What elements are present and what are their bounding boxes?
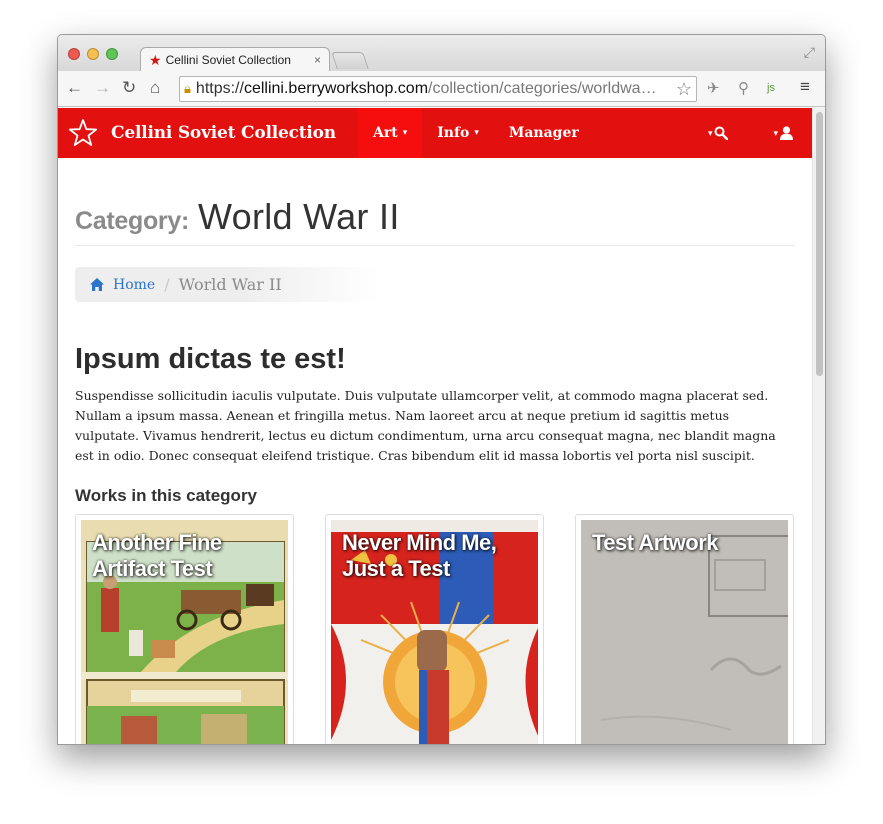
- artwork-thumbnail[interactable]: Test Artwork: [581, 520, 788, 744]
- search-dropdown[interactable]: ▾: [683, 108, 749, 158]
- home-page-icon[interactable]: ⌂: [150, 78, 160, 98]
- back-arrow-icon[interactable]: ←: [66, 78, 83, 98]
- chevron-down-icon: ▾: [402, 128, 408, 138]
- url-host: cellini.berryworkshop.com: [243, 80, 429, 97]
- url-scheme: https://: [195, 80, 244, 97]
- address-bar[interactable]: 🔒︎ https://cellini.berryworkshop.com/col…: [179, 76, 697, 102]
- nav-item-info[interactable]: Info ▾: [422, 108, 494, 158]
- forward-arrow-icon[interactable]: →: [94, 78, 111, 98]
- page-header: Category: World War II: [75, 196, 795, 246]
- close-window-button[interactable]: [68, 48, 80, 60]
- artwork-thumbnail[interactable]: Never Mind Me, Just a Test: [331, 520, 538, 744]
- lead-title: Ipsum dictas te est!: [75, 343, 346, 375]
- nav-art-label: Art: [372, 125, 398, 141]
- browser-toolbar: ← → ↻ ⌂ 🔒︎ https://cellini.berryworkshop…: [58, 71, 825, 107]
- new-tab-button[interactable]: [331, 52, 369, 69]
- home-icon: [90, 278, 104, 291]
- nav-right: ▾ ▾: [683, 108, 813, 158]
- page-label: Category:: [75, 207, 189, 235]
- browser-tab[interactable]: ★ Cellini Soviet Collection ×: [140, 47, 330, 72]
- page-viewport: Cellini Soviet Collection Art ▾ Info ▾ M…: [58, 108, 825, 744]
- reload-icon[interactable]: ↻: [122, 78, 136, 98]
- artwork-card[interactable]: Another Fine Artifact Test: [75, 514, 294, 744]
- fullscreen-icon[interactable]: ⤢: [804, 44, 815, 61]
- tab-title: Cellini Soviet Collection: [165, 53, 291, 67]
- browser-window: ★ Cellini Soviet Collection × ⤢ ← → ↻ ⌂ …: [57, 34, 826, 745]
- artwork-card[interactable]: Never Mind Me, Just a Test: [325, 514, 544, 744]
- breadcrumb-current: World War II: [178, 275, 282, 294]
- minimize-window-button[interactable]: [87, 48, 99, 60]
- nav-item-art[interactable]: Art ▾: [357, 108, 423, 158]
- artwork-thumbnail[interactable]: Another Fine Artifact Test: [81, 520, 288, 744]
- maximize-window-button[interactable]: [106, 48, 118, 60]
- wrench-icon[interactable]: ⚲: [738, 79, 749, 97]
- user-dropdown[interactable]: ▾: [748, 108, 813, 158]
- nav-info-label: Info: [437, 125, 470, 141]
- tab-strip: ★ Cellini Soviet Collection × ⤢: [58, 35, 825, 72]
- works-grid: Another Fine Artifact Test Never Mind Me…: [75, 514, 795, 744]
- artwork-card[interactable]: Test Artwork: [575, 514, 794, 744]
- url-text: https://cellini.berryworkshop.com/collec…: [196, 80, 672, 98]
- bookmark-star-icon[interactable]: ☆: [676, 79, 692, 100]
- artwork-title: Never Mind Me, Just a Test: [342, 530, 497, 581]
- js-extension-icon[interactable]: js: [767, 82, 775, 94]
- site-navbar: Cellini Soviet Collection Art ▾ Info ▾ M…: [58, 108, 813, 158]
- url-path: /collection/categories/worldwa…: [428, 80, 657, 97]
- chevron-down-icon: ▾: [474, 128, 479, 138]
- main-content: Category: World War II Home / World War …: [75, 158, 795, 744]
- chevron-down-icon: ▾: [773, 127, 778, 138]
- brand-title[interactable]: Cellini Soviet Collection: [111, 123, 336, 143]
- breadcrumb-home-link[interactable]: Home: [113, 277, 155, 293]
- page-scrollbar[interactable]: [812, 108, 825, 744]
- menu-icon[interactable]: ≡: [800, 77, 810, 97]
- chevron-down-icon: ▾: [707, 127, 713, 138]
- artwork-title: Test Artwork: [592, 530, 719, 555]
- scrollbar-thumb[interactable]: [816, 112, 823, 376]
- favicon-star-icon: ★: [149, 52, 162, 68]
- tab-close-icon[interactable]: ×: [314, 53, 321, 67]
- artwork-title: Another Fine Artifact Test: [92, 530, 222, 581]
- nav-manager-label: Manager: [508, 125, 579, 141]
- window-controls: [68, 48, 118, 60]
- lead-paragraph: Suspendisse sollicitudin iaculis vulputa…: [75, 388, 776, 463]
- breadcrumb: Home / World War II: [75, 267, 380, 302]
- works-heading: Works in this category: [75, 486, 258, 505]
- nav-item-manager[interactable]: Manager: [494, 108, 594, 158]
- breadcrumb-separator: /: [164, 275, 170, 294]
- pin-icon[interactable]: ✈: [707, 79, 720, 97]
- user-icon: [780, 126, 793, 140]
- page-title: World War II: [198, 196, 400, 237]
- search-icon: [714, 126, 729, 140]
- lock-icon: 🔒︎: [184, 81, 191, 96]
- brand-star-icon: [68, 119, 98, 146]
